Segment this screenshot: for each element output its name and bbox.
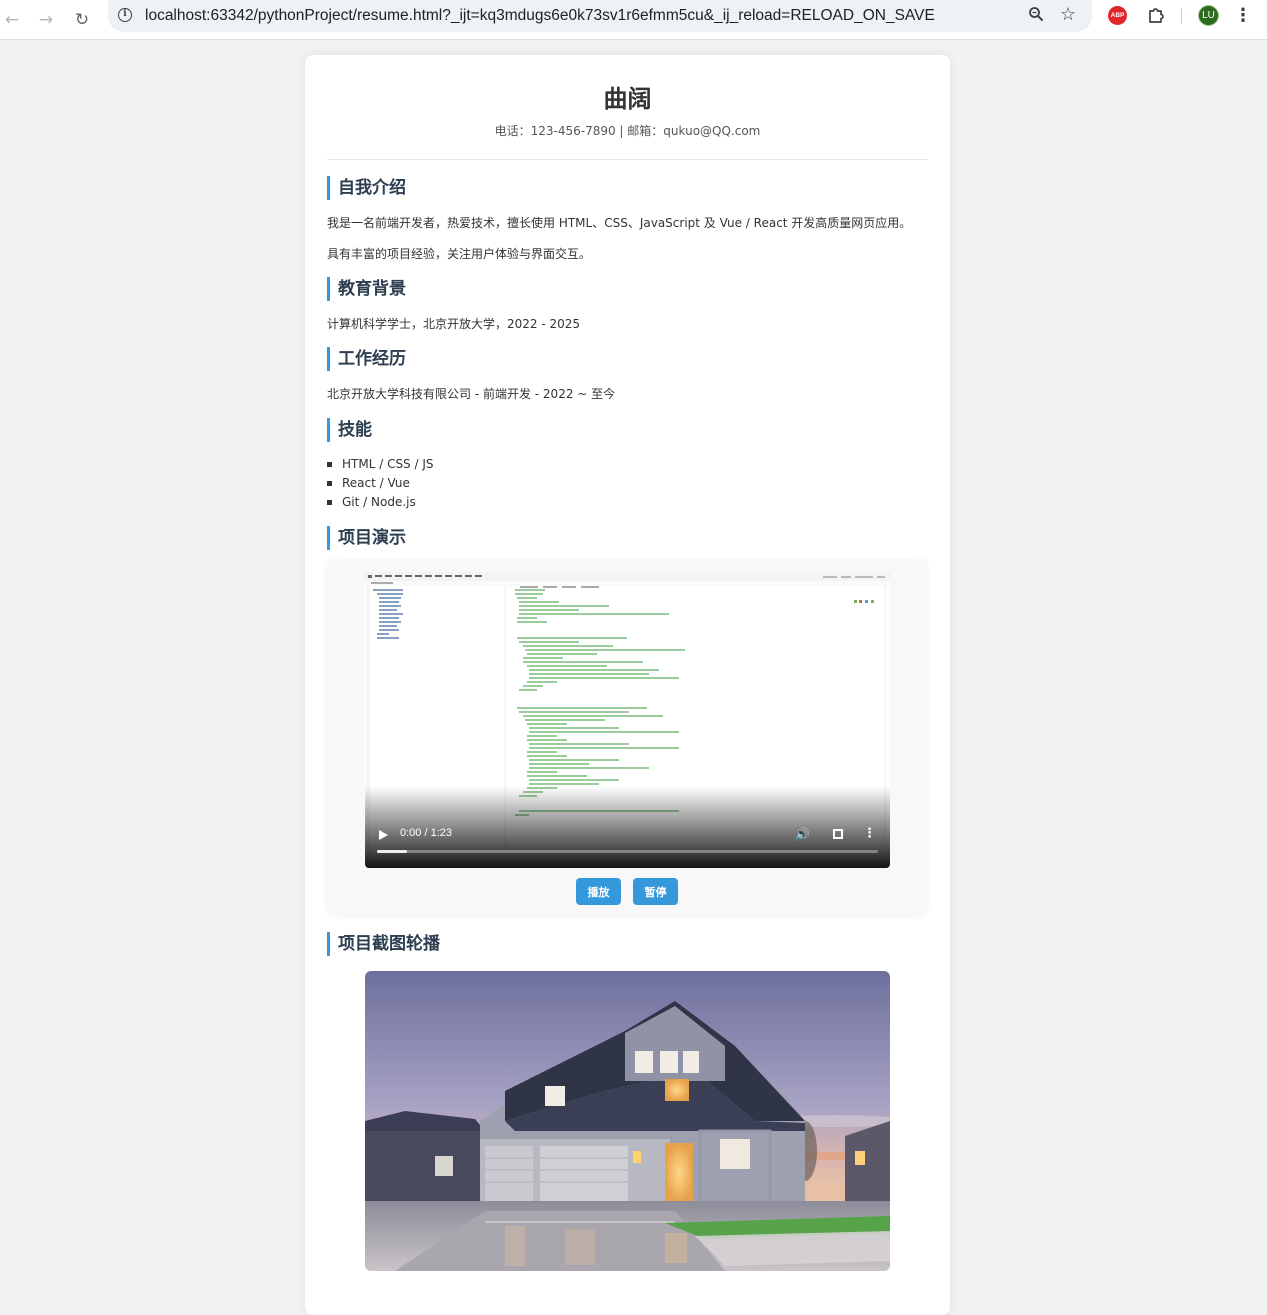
kebab-menu-icon[interactable]: ⋮ (1234, 5, 1252, 26)
zoom-icon[interactable] (1028, 6, 1044, 26)
video-time: 0:00 / 1:23 (400, 827, 452, 839)
browser-toolbar: ← → ↻ i localhost:63342/pythonProject/re… (0, 0, 1267, 40)
reload-icon[interactable]: ↻ (70, 8, 94, 32)
resume-name: 曲阔 (603, 85, 652, 113)
work-text: 北京开放大学科技有限公司 - 前端开发 - 2022 ~ 至今 (327, 387, 616, 401)
fullscreen-icon[interactable] (833, 829, 843, 839)
toolbar-divider (1181, 8, 1182, 24)
video-progress-fill (377, 850, 408, 853)
video-controls-bar: 0:00 / 1:23 🔊 ⋮ (365, 786, 890, 868)
video-progress-track[interactable] (377, 850, 878, 853)
video-demo-box: 0:00 / 1:23 🔊 ⋮ 播放 暂停 (327, 560, 927, 916)
section-title-work: 工作经历 (327, 347, 406, 371)
address-bar[interactable]: i localhost:63342/pythonProject/resume.h… (108, 0, 1092, 32)
more-options-icon[interactable]: ⋮ (863, 826, 876, 841)
forward-arrow-icon[interactable]: → (34, 8, 58, 32)
skill-item: React / Vue (327, 474, 434, 493)
skill-item: HTML / CSS / JS (327, 455, 434, 474)
url-text[interactable]: localhost:63342/pythonProject/resume.htm… (145, 7, 935, 25)
section-title-carousel: 项目截图轮播 (327, 932, 440, 956)
section-title-demo: 项目演示 (327, 526, 406, 550)
site-info-icon[interactable]: i (118, 8, 132, 22)
demo-video-player[interactable]: 0:00 / 1:23 🔊 ⋮ (365, 572, 890, 868)
section-title-skills: 技能 (327, 418, 372, 442)
section-title-intro: 自我介绍 (327, 176, 406, 200)
intro-paragraph-2: 具有丰富的项目经验，关注用户体验与界面交互。 (327, 247, 592, 261)
skill-item: Git / Node.js (327, 493, 434, 512)
section-title-education: 教育背景 (327, 277, 406, 301)
pause-button[interactable]: 暂停 (633, 878, 678, 905)
carousel-image-house[interactable] (365, 971, 890, 1271)
education-text: 计算机科学学士，北京开放大学，2022 - 2025 (327, 317, 581, 331)
intro-paragraph-1: 我是一名前端开发者，热爱技术，擅长使用 HTML、CSS、JavaScript … (327, 216, 912, 230)
profile-avatar[interactable]: LU (1198, 5, 1219, 26)
extensions-puzzle-icon[interactable] (1146, 5, 1166, 25)
play-button[interactable]: 播放 (576, 878, 621, 905)
skills-list: HTML / CSS / JS React / Vue Git / Node.j… (327, 455, 434, 512)
header-divider (327, 159, 927, 160)
volume-icon[interactable]: 🔊 (795, 827, 810, 841)
play-icon[interactable] (379, 830, 388, 840)
adblock-extension-icon[interactable]: ABP (1108, 6, 1127, 25)
resume-card: 曲阔 电话：123-456-7890 | 邮箱：qukuo@QQ.com 自我介… (305, 55, 950, 1315)
bookmark-star-icon[interactable]: ☆ (1060, 4, 1076, 25)
contact-info: 电话：123-456-7890 | 邮箱：qukuo@QQ.com (494, 124, 761, 138)
back-arrow-icon[interactable]: ← (0, 8, 24, 32)
